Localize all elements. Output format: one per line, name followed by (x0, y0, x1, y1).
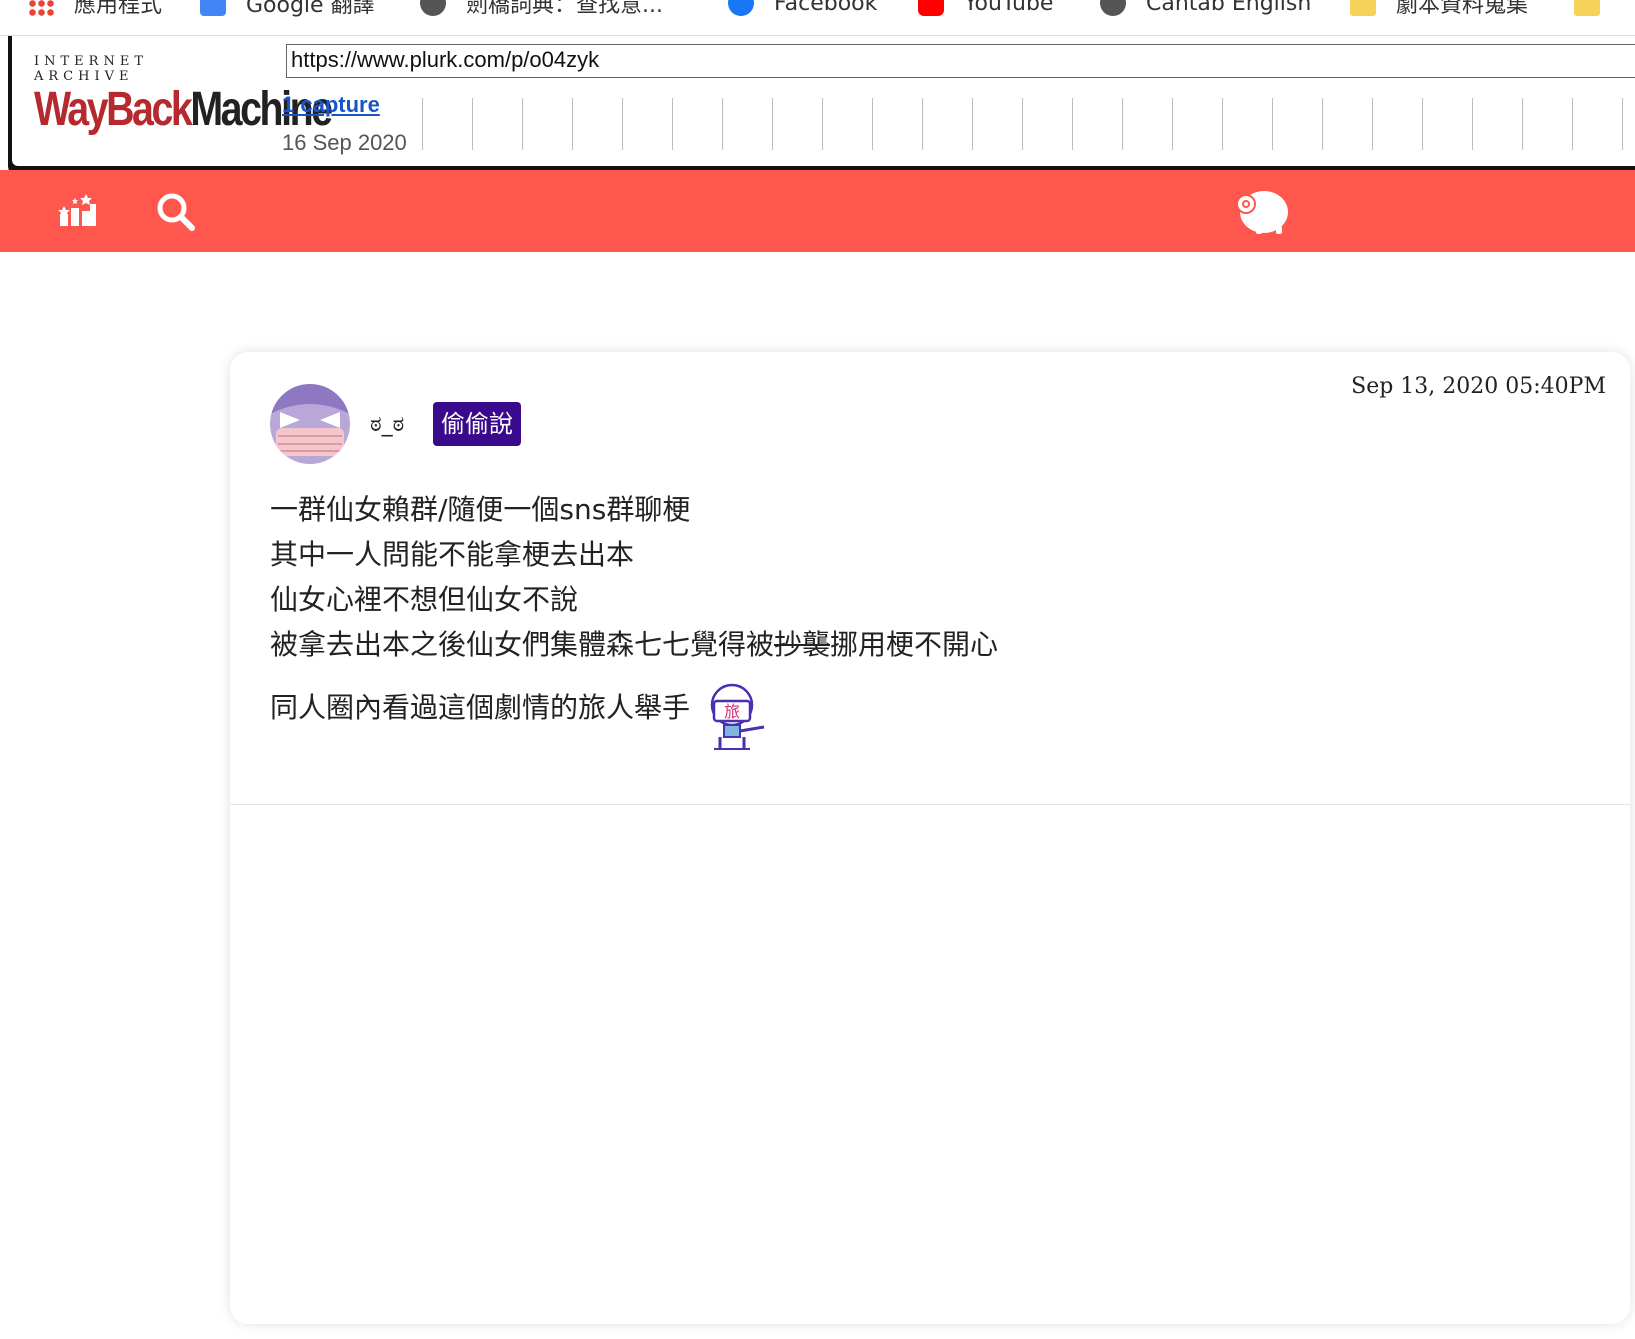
timeline-tick (1472, 98, 1473, 150)
timeline-tick (972, 98, 973, 150)
bookmark-cambridge[interactable]: 劍橋詞典：查找意... (420, 0, 663, 18)
avatar[interactable] (270, 384, 350, 464)
timeline-tick (1372, 98, 1373, 150)
stats-icon[interactable] (58, 192, 98, 228)
username[interactable]: ಠ_ಠ (370, 412, 404, 437)
traveler-raise-hand-icon: 旅 (710, 683, 765, 750)
captures-link[interactable]: 1 capture (282, 92, 380, 118)
post-line: 一群仙女賴群/隨便一個sns群聊梗 (270, 493, 691, 526)
globe-icon (1100, 0, 1126, 16)
facebook-icon (728, 0, 754, 16)
globe-icon (420, 0, 446, 16)
post-line: 其中一人問能不能拿梗去出本 (270, 538, 635, 571)
timeline-tick (1522, 98, 1523, 150)
wayback-toolbar: INTERNET ARCHIVE WayBackMachine https://… (8, 36, 1635, 170)
timeline-tick (872, 98, 873, 150)
timeline-tick (1022, 98, 1023, 150)
plurk-post-card: ಠ_ಠ 偷偷說 Sep 13, 2020 05:40PM 一群仙女賴群/隨便一個… (230, 352, 1630, 1324)
bookmark-label: Cantab English (1146, 0, 1312, 16)
bookmark-label: Google 翻譯 (246, 0, 375, 18)
strikethrough-text: 抄襲 (774, 628, 831, 661)
post-content: 一群仙女賴群/隨便一個sns群聊梗 其中一人問能不能拿梗去出本 仙女心裡不想但仙… (270, 487, 998, 753)
wayback-url-input[interactable]: https://www.plurk.com/p/o04zyk (286, 44, 1635, 78)
timeline-tick (522, 98, 523, 150)
timeline-tick (1272, 98, 1273, 150)
post-divider (230, 804, 1630, 805)
wayback-logo[interactable]: INTERNET ARCHIVE WayBackMachine (34, 54, 333, 136)
post-text: 挪用梗不開心 (830, 628, 999, 661)
bookmarks-bar: 應用程式 Google 翻譯 劍橋詞典：查找意... Facebook YouT… (0, 0, 1635, 36)
capture-date: 16 Sep 2020 (282, 130, 407, 155)
post-text: 被拿去出本之後仙女們集體森七七覺得被 (270, 628, 775, 661)
bookmark-apps[interactable]: 應用程式 (28, 0, 162, 18)
timeline-tick (1322, 98, 1323, 150)
timeline-tick (1572, 98, 1573, 150)
timeline-tick (1072, 98, 1073, 150)
timeline-tick (572, 98, 573, 150)
youtube-icon (918, 0, 944, 16)
bookmark-label: 劍橋詞典：查找意... (466, 0, 663, 18)
logo-internet-archive: INTERNET ARCHIVE (34, 54, 148, 84)
timeline-tick (822, 98, 823, 150)
post-text: 同人圈內看過這個劇情的旅人舉手 (270, 691, 691, 724)
timeline-tick (722, 98, 723, 150)
timeline-tick (672, 98, 673, 150)
bookmark-folder-2[interactable] (1574, 0, 1620, 18)
post-line: 仙女心裡不想但仙女不說 (270, 583, 579, 616)
post-timestamp[interactable]: Sep 13, 2020 05:40PM (1351, 374, 1606, 399)
bookmark-youtube[interactable]: YouTube (918, 0, 1053, 18)
timeline-tick (1222, 98, 1223, 150)
timeline-tick (922, 98, 923, 150)
timeline-tick (422, 98, 423, 150)
timeline-tick (622, 98, 623, 150)
apps-grid-icon (28, 0, 54, 16)
folder-icon (1574, 0, 1600, 16)
bookmark-label: Facebook (774, 0, 878, 16)
whisper-badge: 偷偷說 (433, 402, 521, 446)
capture-timeline[interactable] (422, 98, 1635, 154)
timeline-tick (1622, 98, 1623, 150)
bookmark-google-translate[interactable]: Google 翻譯 (200, 0, 375, 18)
bookmark-label: 應用程式 (74, 0, 163, 18)
bookmark-cantab[interactable]: Cantab English (1100, 0, 1311, 18)
translate-icon (200, 0, 226, 16)
logo-wayback-machine: WayBackMachine (34, 83, 333, 136)
logo-wayback-text: WayBack (34, 83, 193, 136)
bookmark-label: 劇本資料蒐集 (1396, 0, 1529, 18)
search-icon[interactable] (156, 192, 196, 232)
plurk-logo-icon[interactable] (1232, 186, 1290, 236)
bookmark-label: YouTube (964, 0, 1054, 16)
timeline-tick (1122, 98, 1123, 150)
timeline-tick (772, 98, 773, 150)
bookmark-facebook[interactable]: Facebook (728, 0, 877, 18)
folder-icon (1350, 0, 1376, 16)
post-line: 被拿去出本之後仙女們集體森七七覺得被抄襲挪用梗不開心 (270, 622, 998, 667)
timeline-tick (1172, 98, 1173, 150)
post-line: 同人圈內看過這個劇情的旅人舉手 旅 (270, 683, 998, 753)
timeline-tick (1422, 98, 1423, 150)
emoticon-label: 旅 (724, 702, 740, 721)
plurk-header (0, 170, 1635, 252)
timeline-tick (472, 98, 473, 150)
avatar-image (270, 384, 350, 464)
bookmark-script-folder[interactable]: 劇本資料蒐集 (1350, 0, 1528, 18)
